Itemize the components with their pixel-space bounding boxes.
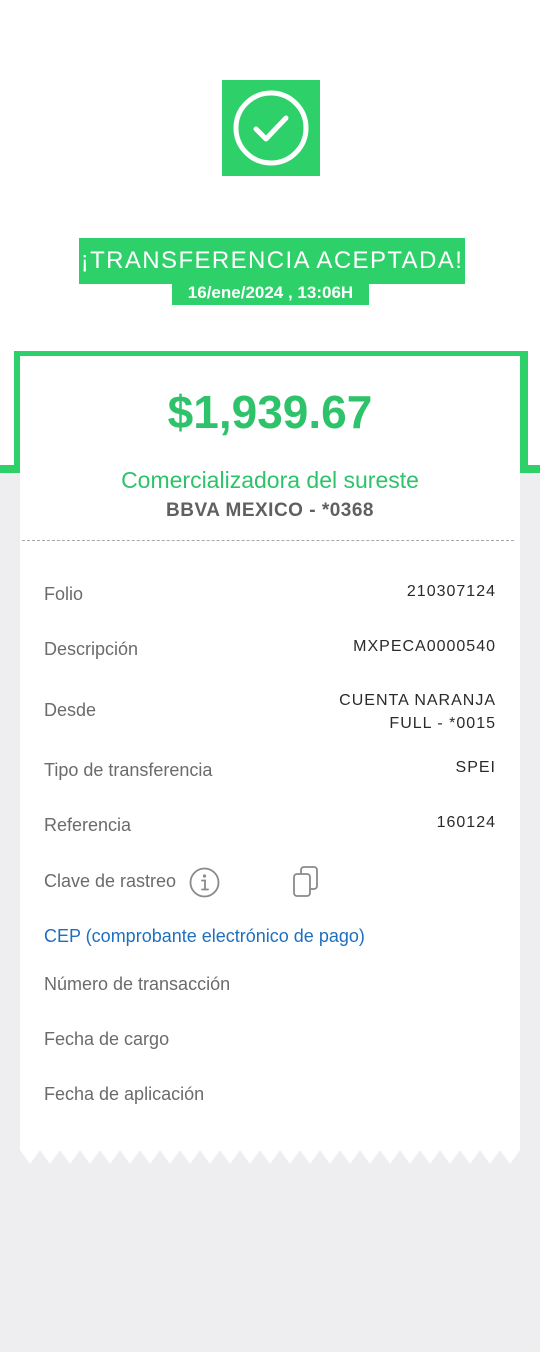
status-datetime: 16/ene/2024 , 13:06H xyxy=(172,280,369,305)
folio-label: Folio xyxy=(44,584,84,604)
copy-icon[interactable] xyxy=(291,865,321,899)
desde-label: Desde xyxy=(44,700,97,720)
transfer-amount: $1,939.67 xyxy=(167,386,373,438)
beneficiary-bank: BBVA MEXICO - *0368 xyxy=(166,500,374,521)
desde-value-line2: FULL - *0015 xyxy=(389,715,496,732)
fecha-aplicacion-label: Fecha de aplicación xyxy=(44,1084,205,1104)
info-icon[interactable] xyxy=(189,867,220,898)
success-check-icon xyxy=(222,80,320,176)
fecha-cargo-label: Fecha de cargo xyxy=(44,1029,170,1049)
tipo-transferencia-value: SPEI xyxy=(455,759,496,776)
receipt-torn-edge xyxy=(20,1150,520,1164)
referencia-label: Referencia xyxy=(44,815,132,835)
desde-value-line1: CUENTA NARANJA xyxy=(339,692,496,709)
referencia-value: 160124 xyxy=(436,814,496,831)
tipo-transferencia-label: Tipo de transferencia xyxy=(44,760,213,780)
clave-rastreo-label: Clave de rastreo xyxy=(44,871,177,891)
numero-transaccion-label: Número de transacción xyxy=(44,974,231,994)
descripcion-value: MXPECA0000540 xyxy=(353,638,496,655)
descripcion-label: Descripción xyxy=(44,639,139,659)
beneficiary-name: Comercializadora del sureste xyxy=(121,467,419,493)
cep-link[interactable]: CEP (comprobante electrónico de pago) xyxy=(44,924,365,948)
status-title: ¡TRANSFERENCIA ACEPTADA! xyxy=(79,238,465,284)
folio-value: 210307124 xyxy=(406,583,496,600)
dashed-divider xyxy=(22,540,514,541)
receipt-card: $1,939.67 Comercializadora del sureste B… xyxy=(20,356,520,1151)
